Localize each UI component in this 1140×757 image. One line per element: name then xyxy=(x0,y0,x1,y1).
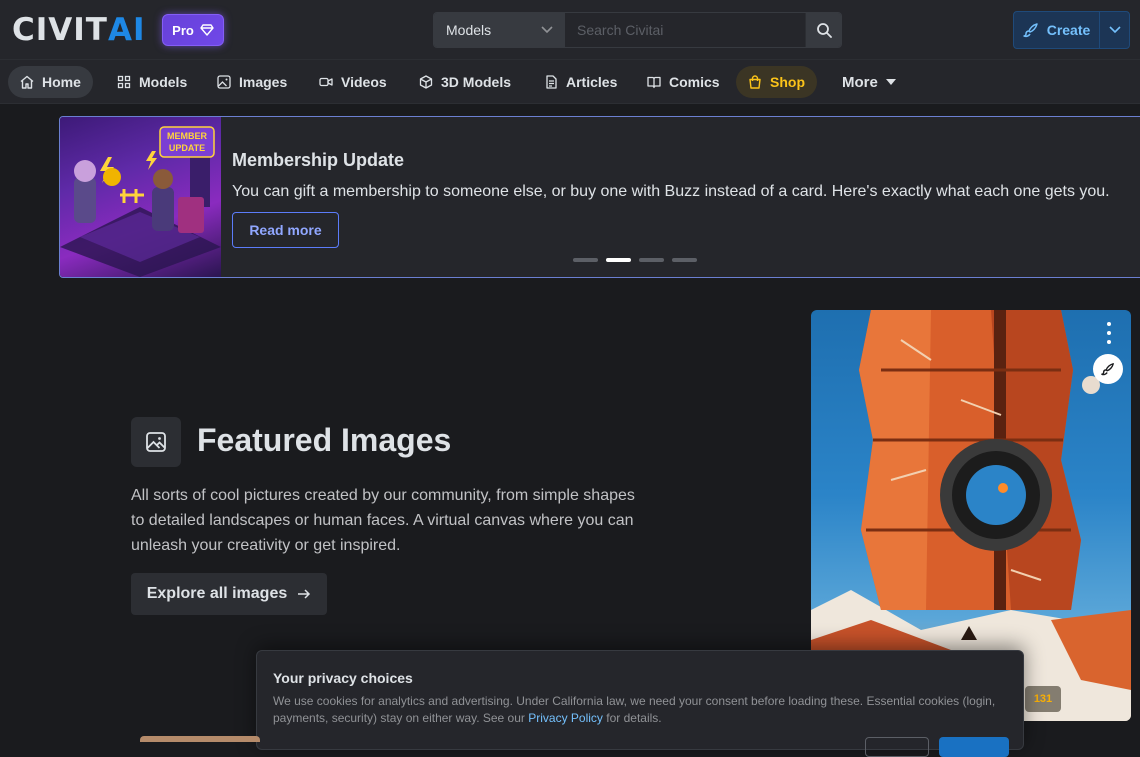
nav-label-3d-models: 3D Models xyxy=(441,74,512,90)
announcement-banner: MEMBER UPDATE Membership Update You can … xyxy=(59,116,1140,278)
logo-accent-text: AI xyxy=(107,12,146,48)
carousel-dot[interactable] xyxy=(672,258,697,262)
next-section-card xyxy=(140,736,260,742)
carousel-dot-active[interactable] xyxy=(606,258,631,262)
create-menu-toggle[interactable] xyxy=(1099,12,1129,48)
read-more-button[interactable]: Read more xyxy=(232,212,339,248)
chevron-down-icon xyxy=(1108,26,1121,34)
logo-main-text: CIVIT xyxy=(12,12,108,48)
grid-icon xyxy=(117,75,131,89)
pro-badge[interactable]: Pro xyxy=(162,14,224,46)
search-button[interactable] xyxy=(805,13,841,47)
explore-all-images-button[interactable]: Explore all images xyxy=(131,573,327,615)
nav-item-models[interactable]: Models xyxy=(105,66,199,98)
search-scope-select[interactable]: Models xyxy=(434,13,565,47)
nav-label-articles: Articles xyxy=(566,74,618,90)
book-icon xyxy=(647,76,661,89)
privacy-policy-link[interactable]: Privacy Policy xyxy=(528,711,603,725)
explore-label: Explore all images xyxy=(146,585,288,602)
featured-images-icon-box xyxy=(131,417,181,467)
brush-icon xyxy=(1101,363,1114,376)
create-label: Create xyxy=(1046,22,1091,38)
diamond-icon xyxy=(200,24,214,36)
card-options-button[interactable] xyxy=(1101,322,1117,344)
video-icon xyxy=(319,77,333,87)
top-header: CIVITAI Pro Models / xyxy=(0,0,1140,60)
nav-item-comics[interactable]: Comics xyxy=(635,66,732,98)
nav-label-models: Models xyxy=(139,74,188,90)
privacy-secondary-button[interactable] xyxy=(865,737,929,757)
civitai-logo[interactable]: CIVIT AI xyxy=(12,12,146,48)
privacy-text-after: for details. xyxy=(602,711,662,725)
nav-label-comics: Comics xyxy=(669,74,720,90)
home-icon xyxy=(20,75,34,89)
search-input[interactable] xyxy=(565,13,805,47)
photo-icon xyxy=(217,75,231,89)
article-icon xyxy=(546,75,557,89)
membership-illustration: MEMBER UPDATE xyxy=(60,117,221,277)
carousel-dot[interactable] xyxy=(639,258,664,262)
nav-item-videos[interactable]: Videos xyxy=(307,66,399,98)
create-button[interactable]: Create xyxy=(1013,11,1130,49)
photo-icon xyxy=(146,432,166,452)
featured-images-title: Featured Images xyxy=(197,422,452,458)
banner-text: You can gift a membership to someone els… xyxy=(232,183,1110,200)
nav-item-shop[interactable]: Shop xyxy=(736,66,817,98)
nav-label-videos: Videos xyxy=(341,74,387,90)
search-bar: Models / xyxy=(433,12,842,48)
search-scope-label: Models xyxy=(446,22,492,38)
pro-label: Pro xyxy=(172,22,194,38)
banner-title: Membership Update xyxy=(232,150,405,170)
nav-item-home[interactable]: Home xyxy=(8,66,93,98)
featured-images-description: All sorts of cool pictures created by ou… xyxy=(131,487,635,554)
nav-label-more: More xyxy=(842,73,878,91)
privacy-title: Your privacy choices xyxy=(273,670,413,686)
shopping-bag-icon xyxy=(749,75,761,89)
nav-item-images[interactable]: Images xyxy=(205,66,299,98)
nav-label-home: Home xyxy=(42,74,81,90)
search-icon xyxy=(816,23,832,38)
nav-item-3d-models[interactable]: 3D Models xyxy=(407,66,523,98)
main-nav: Home Models Images Videos 3D Models Arti… xyxy=(0,60,1140,104)
nav-item-more[interactable]: More xyxy=(830,66,908,98)
create-main-button[interactable]: Create xyxy=(1014,12,1099,48)
illustration-caption: MEMBER UPDATE xyxy=(167,131,207,153)
privacy-text: We use cookies for analytics and adverti… xyxy=(273,693,1003,727)
brush-icon xyxy=(1022,23,1038,38)
remix-button[interactable] xyxy=(1093,354,1123,384)
nav-label-images: Images xyxy=(239,74,288,90)
arrow-right-icon xyxy=(298,589,311,599)
reaction-count-badge[interactable]: 131 xyxy=(1025,686,1061,712)
chevron-down-icon xyxy=(541,26,553,34)
carousel-indicators xyxy=(573,258,697,262)
cube-icon xyxy=(419,75,433,89)
privacy-primary-button[interactable] xyxy=(939,737,1009,757)
carousel-dot[interactable] xyxy=(573,258,598,262)
privacy-consent-banner: Your privacy choices We use cookies for … xyxy=(256,650,1024,757)
nav-item-articles[interactable]: Articles xyxy=(532,66,629,98)
caret-down-icon xyxy=(885,79,896,85)
nav-label-shop: Shop xyxy=(770,74,805,90)
